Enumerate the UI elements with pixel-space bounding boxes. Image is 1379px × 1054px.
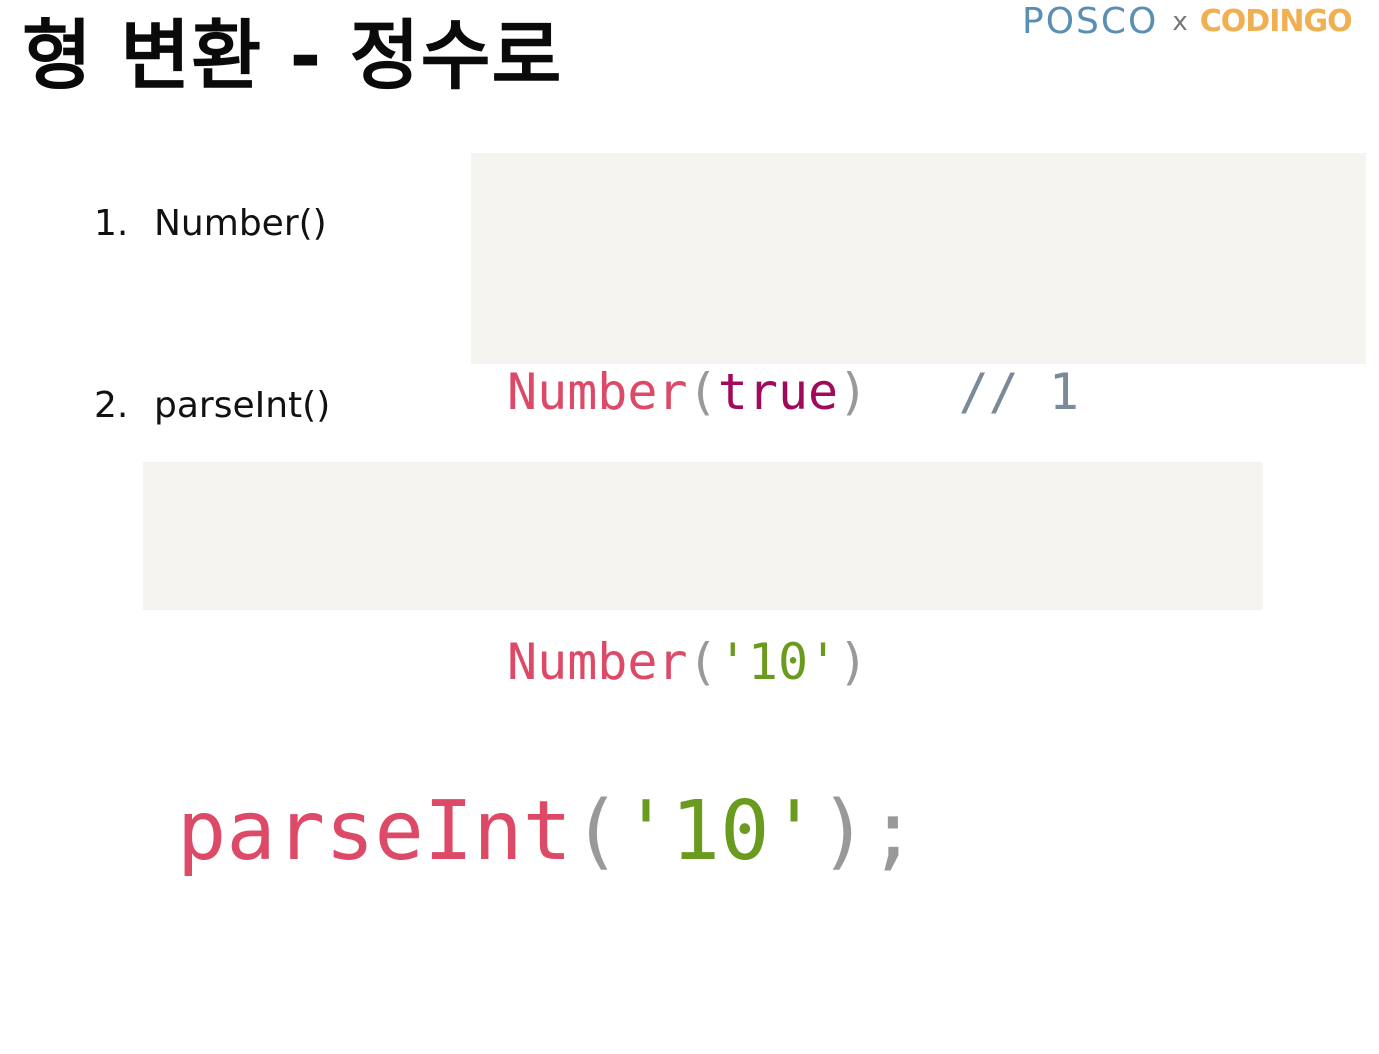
logo-posco: POSCO	[1022, 1, 1159, 42]
code-token-semicolon: ;	[868, 784, 918, 879]
code-token-keyword: true	[717, 363, 839, 421]
code-line-parseint: parseInt('10');	[177, 758, 1263, 906]
code-block-number: Number(true) // 1 Number('10')	[471, 153, 1366, 691]
list-item-number-index: 1.	[94, 203, 129, 244]
code-token-function: parseInt	[177, 784, 572, 879]
code-token-paren-open: (	[571, 784, 622, 879]
list-item-number: 1. Number()	[94, 202, 327, 246]
code-token-paren-close: )	[838, 363, 869, 421]
list-item-parseint-label: parseInt()	[154, 385, 331, 426]
code-token-comment: // 1	[958, 363, 1079, 421]
list-item-parseint: 2. parseInt()	[94, 384, 330, 428]
code-token-string: '10'	[621, 784, 819, 879]
code-token-paren-close: )	[818, 784, 869, 879]
code-line-number-true: Number(true) // 1	[507, 347, 1366, 437]
logo-separator: x	[1172, 7, 1188, 37]
code-token-function: Number	[507, 363, 688, 421]
slide-title: 형 변환 - 정수로	[22, 11, 563, 100]
list-item-parseint-index: 2.	[94, 385, 129, 426]
code-token-paren-open: (	[687, 363, 718, 421]
code-block-parseint: parseInt('10');	[143, 462, 1263, 879]
brand-logo: POSCO x CODINGO	[1022, 0, 1379, 44]
list-item-number-label: Number()	[154, 203, 327, 244]
logo-codingo: CODINGO	[1199, 4, 1353, 39]
